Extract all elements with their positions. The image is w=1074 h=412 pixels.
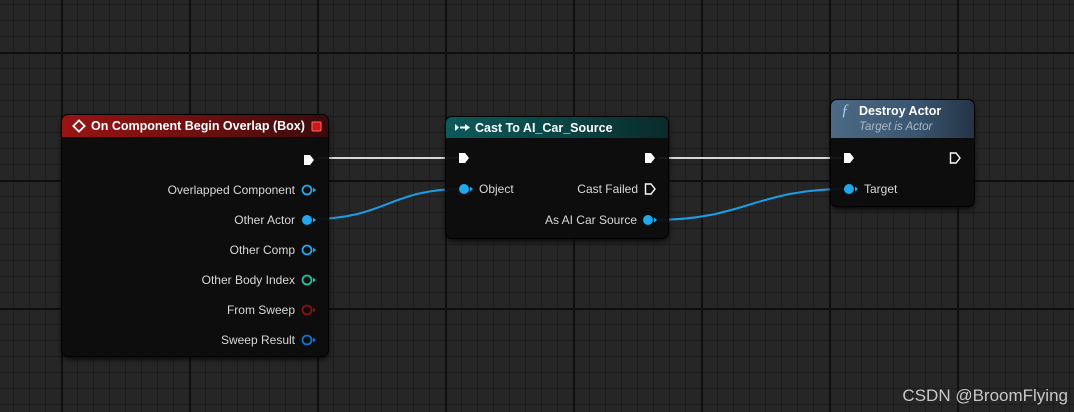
cast-object-pin[interactable] [458, 183, 473, 195]
cast-node-header[interactable]: Cast To AI_Car_Source [446, 117, 668, 138]
event-node-title: On Component Begin Overlap (Box) [91, 119, 305, 133]
cast-as-row[interactable]: As AI Car Source [446, 213, 668, 227]
cast-object-label: Object [479, 182, 514, 196]
pin-row-from-sweep[interactable]: From Sweep [62, 303, 328, 317]
destroy-exec-in-pin[interactable] [843, 152, 855, 164]
cast-exec-out-pin[interactable] [644, 152, 656, 164]
other-comp-pin[interactable] [301, 244, 316, 256]
event-diamond-icon [72, 119, 86, 136]
event-node-header[interactable]: On Component Begin Overlap (Box) [62, 115, 328, 137]
sweep-result-pin[interactable] [301, 334, 316, 346]
pin-label: Other Actor [234, 213, 295, 227]
destroy-actor-node[interactable]: ƒ Destroy Actor Target is Actor Target [831, 100, 974, 206]
pin-row-other-actor[interactable]: Other Actor [62, 213, 328, 227]
from-sweep-pin[interactable] [301, 304, 316, 316]
pin-label: Other Comp [229, 243, 295, 257]
cast-exec-row[interactable] [446, 151, 668, 165]
pin-row-other-comp[interactable]: Other Comp [62, 243, 328, 257]
pin-row-sweep-result[interactable]: Sweep Result [62, 333, 328, 347]
pin-label: Sweep Result [220, 333, 295, 347]
cast-object-row[interactable]: Object Cast Failed [446, 182, 668, 196]
other-body-index-pin[interactable] [301, 274, 316, 286]
other-actor-pin[interactable] [301, 214, 316, 226]
overlapped-component-pin[interactable] [301, 184, 316, 196]
exec-output-pin-row[interactable] [62, 153, 328, 167]
cast-arrows-icon [454, 122, 474, 136]
cast-failed-label: Cast Failed [577, 182, 638, 196]
destroy-target-pin[interactable] [843, 183, 858, 195]
pin-label: Other Body Index [201, 273, 295, 287]
destroy-target-label: Target [864, 182, 898, 196]
cast-node-title: Cast To AI_Car_Source [475, 121, 613, 135]
cast-as-label: As AI Car Source [544, 213, 637, 227]
destroy-node-title: Destroy Actor [859, 104, 942, 118]
cast-exec-in-pin[interactable] [458, 152, 470, 164]
destroy-exec-row[interactable] [831, 151, 974, 165]
destroy-node-subtitle: Target is Actor [859, 121, 933, 133]
destroy-exec-out-pin[interactable] [949, 152, 961, 164]
delegate-output-pin[interactable] [311, 121, 322, 135]
event-node-begin-overlap[interactable]: On Component Begin Overlap (Box) Overlap… [62, 115, 328, 356]
pin-row-other-body-index[interactable]: Other Body Index [62, 273, 328, 287]
cast-as-pin[interactable] [642, 214, 657, 226]
object-wire-as-car-to-target[interactable] [653, 188, 847, 221]
cast-failed-pin[interactable] [644, 183, 656, 195]
pin-label: From Sweep [226, 303, 295, 317]
cast-node[interactable]: Cast To AI_Car_Source Object Cast Failed… [446, 117, 668, 238]
pin-label: Overlapped Component [167, 183, 295, 197]
object-wire-other-actor-to-object[interactable] [311, 188, 463, 220]
destroy-target-row[interactable]: Target [831, 182, 974, 196]
function-f-icon: ƒ [841, 102, 849, 119]
watermark: CSDN @BroomFlying [902, 386, 1068, 405]
pin-row-overlapped-component[interactable]: Overlapped Component [62, 183, 328, 197]
destroy-node-header[interactable]: ƒ Destroy Actor Target is Actor [831, 100, 974, 138]
exec-out-pin[interactable] [303, 154, 315, 166]
blueprint-graph-canvas[interactable]: On Component Begin Overlap (Box) Overlap… [0, 0, 1074, 412]
